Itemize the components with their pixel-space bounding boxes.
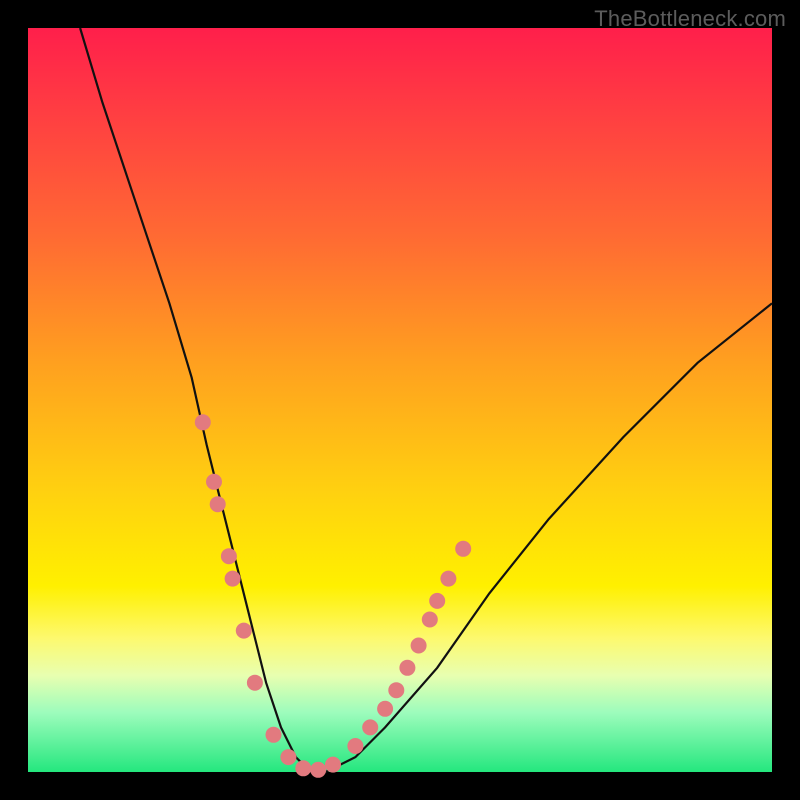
data-marker (206, 474, 222, 490)
data-marker (195, 414, 211, 430)
data-marker (362, 719, 378, 735)
data-marker (221, 548, 237, 564)
data-marker (266, 727, 282, 743)
data-marker (377, 701, 393, 717)
data-marker (455, 541, 471, 557)
data-marker (295, 760, 311, 776)
data-marker (310, 762, 326, 778)
chart-svg (28, 28, 772, 772)
data-marker (429, 593, 445, 609)
data-marker (399, 660, 415, 676)
data-marker (388, 682, 404, 698)
data-marker (325, 757, 341, 773)
outer-frame: TheBottleneck.com (0, 0, 800, 800)
watermark-text: TheBottleneck.com (594, 6, 786, 32)
data-marker (440, 571, 456, 587)
data-marker (225, 571, 241, 587)
data-marker (347, 738, 363, 754)
data-marker (411, 638, 427, 654)
data-marker (236, 623, 252, 639)
data-marker (280, 749, 296, 765)
data-marker (247, 675, 263, 691)
bottleneck-curve (80, 28, 772, 772)
curve-path-group (80, 28, 772, 772)
marker-group (195, 414, 471, 778)
plot-area (28, 28, 772, 772)
data-marker (210, 496, 226, 512)
data-marker (422, 612, 438, 628)
